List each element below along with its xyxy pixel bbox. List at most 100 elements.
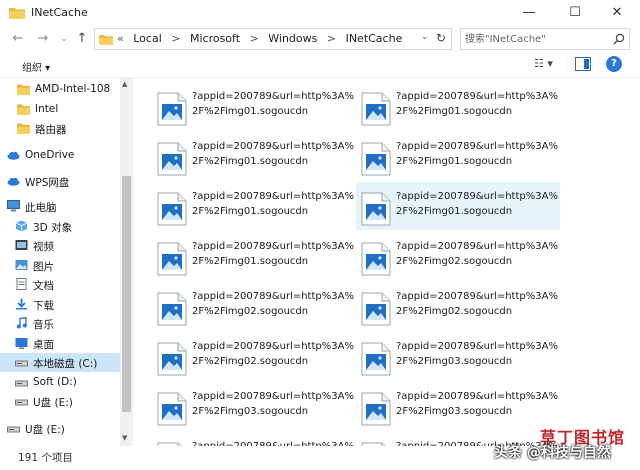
file-item[interactable]: ?appid=200789&url=http%3A% 2F%2Fimg02.sog…: [152, 282, 356, 330]
file-name-line: ?appid=200789&url=http%3A%: [192, 391, 354, 402]
cube-icon: [15, 220, 28, 232]
breadcrumb-windows[interactable]: Windows: [268, 32, 317, 45]
sidebar-item[interactable]: 下载: [0, 295, 120, 314]
breadcrumb-microsoft[interactable]: Microsoft: [190, 32, 240, 45]
file-item[interactable]: ?appid=200789&url=http%3A% 2F%2Fimg03.sog…: [356, 332, 560, 380]
file-name: ?appid=200789&url=http%3A% 2F%2Fimg01.sog…: [396, 89, 558, 119]
sidebar-item[interactable]: U盘 (E:): [0, 419, 120, 438]
file-item[interactable]: ?appid=200789&url=http%3A% 2F%2Fimg03.sog…: [356, 382, 560, 430]
sidebar-item[interactable]: 路由器: [0, 119, 120, 138]
file-name-line: 2F%2Fimg02.sogoucdn: [192, 356, 309, 367]
title-bar: INetCache — ☐ ✕: [0, 0, 640, 26]
sidebar-item-label: 3D 对象: [33, 222, 73, 234]
refresh-icon[interactable]: ↻: [436, 31, 446, 45]
file-name-line: 2F%2Fimg01.sogoucdn: [192, 206, 309, 217]
sidebar-item[interactable]: OneDrive: [0, 146, 120, 165]
forward-button[interactable]: →: [35, 30, 51, 48]
command-bar: 组织 ▾ ☷ ▾ ?: [0, 52, 640, 78]
sidebar-item[interactable]: 此电脑: [0, 197, 120, 216]
file-item[interactable]: ?appid=200789&url=http%3A% 2F%2Fimg01.sog…: [152, 132, 356, 180]
image-file-icon: [361, 242, 391, 276]
sidebar-item[interactable]: 本地磁盘 (C:): [0, 353, 120, 372]
file-name: ?appid=200789&url=http%3A% 2F%2Fimg01.sog…: [192, 189, 354, 219]
organize-menu[interactable]: 组织 ▾: [22, 59, 50, 74]
file-item[interactable]: ?appid=200789&url=http%3A% 2F%2Fimg02.sog…: [356, 232, 560, 280]
folder-icon: [17, 103, 30, 115]
file-name: ?appid=200789&url=http%3A% 2F%2Fimg03.sog…: [192, 389, 354, 419]
close-button[interactable]: ✕: [594, 0, 640, 26]
up-button[interactable]: ↑: [74, 30, 90, 48]
sidebar-item[interactable]: WPS网盘: [0, 172, 120, 191]
file-list: ?appid=200789&url=http%3A% 2F%2Fimg01.sog…: [134, 78, 640, 448]
image-file-icon: [157, 292, 187, 326]
navigation-pane-scrollbar[interactable]: ▲ ▼: [120, 78, 133, 446]
sidebar-item[interactable]: 图片: [0, 256, 120, 275]
help-button[interactable]: ?: [606, 56, 622, 72]
image-file-icon: [361, 192, 391, 226]
breadcrumb-separator[interactable]: >: [250, 32, 259, 45]
recent-locations-button[interactable]: ⌄: [56, 30, 72, 48]
image-file-icon: [361, 392, 391, 426]
file-item[interactable]: ?appid=200789&url=http%3A% 2F%2Fimg02.sog…: [152, 332, 356, 380]
sidebar-item-label: Intel: [35, 103, 59, 115]
folder-icon: [17, 83, 30, 95]
search-icon[interactable]: [613, 33, 625, 45]
file-name-line: 2F%2Fimg01.sogoucdn: [396, 206, 513, 217]
image-file-icon: [157, 142, 187, 176]
sidebar-item-label: 文档: [33, 280, 54, 292]
file-name-line: ?appid=200789&url=http%3A%: [396, 291, 558, 302]
download-icon: [15, 298, 28, 310]
file-item[interactable]: ?appid=200789&url=http%3A% 2F%2Fimg03.sog…: [152, 382, 356, 430]
sidebar-item[interactable]: 桌面: [0, 334, 120, 353]
scroll-down-arrow-icon[interactable]: ▼: [122, 434, 127, 442]
sidebar-item[interactable]: U盘 (E:): [0, 392, 120, 411]
file-item[interactable]: ?appid=200789&url=http%3A% 2F%2Fimg02.sog…: [356, 282, 560, 330]
breadcrumb-separator[interactable]: >: [327, 32, 336, 45]
breadcrumb-inetcache[interactable]: INetCache: [346, 32, 403, 45]
search-box[interactable]: [460, 28, 630, 50]
sidebar-item-label: U盘 (E:): [33, 397, 73, 409]
music-icon: [15, 316, 28, 329]
file-name: ?appid=200789&url=http%3A% 2F%2Fimg01.sog…: [192, 139, 354, 169]
scroll-up-arrow-icon[interactable]: ▲: [122, 80, 127, 88]
view-options-button[interactable]: ☷ ▾: [534, 57, 560, 73]
sidebar-item-label: 视频: [33, 241, 54, 253]
file-name-line: ?appid=200789&url=http%3A%: [396, 341, 558, 352]
sidebar-item-label: 图片: [33, 261, 54, 273]
file-name-line: ?appid=200789&url=http%3A%: [396, 91, 558, 102]
breadcrumb-local[interactable]: Local: [133, 32, 162, 45]
file-name: ?appid=200789&url=http%3A% 2F%2Fimg01.sog…: [396, 189, 558, 219]
minimize-button[interactable]: —: [506, 0, 552, 26]
scrollbar-thumb[interactable]: [122, 176, 131, 412]
file-item[interactable]: ?appid=200789&url=http%3A% 2F%2Fimg01.sog…: [152, 232, 356, 280]
sidebar-item[interactable]: Intel: [0, 100, 120, 119]
search-input[interactable]: [465, 31, 605, 47]
sidebar-item[interactable]: 文档: [0, 275, 120, 294]
address-dropdown-icon[interactable]: ⌄: [421, 32, 429, 42]
file-name: ?appid=200789&url=http%3A% 2F%2Fimg01.sog…: [396, 139, 558, 169]
preview-pane-button[interactable]: [575, 57, 591, 71]
address-bar[interactable]: « Local > Microsoft > Windows > INetCach…: [94, 28, 452, 50]
file-name-line: ?appid=200789&url=http%3A%: [192, 241, 354, 252]
file-item[interactable]: ?appid=200789&url=http%3A% 2F%2Fimg01.sog…: [356, 82, 560, 130]
sidebar-item[interactable]: Soft (D:): [0, 373, 120, 392]
sidebar-item[interactable]: AMD-Intel-108: [0, 80, 120, 99]
file-name-line: 2F%2Fimg03.sogoucdn: [192, 406, 309, 417]
file-name-line: 2F%2Fimg01.sogoucdn: [192, 106, 309, 117]
file-name-line: ?appid=200789&url=http%3A%: [192, 191, 354, 202]
image-file-icon: [361, 342, 391, 376]
breadcrumb-overflow[interactable]: «: [117, 32, 124, 45]
back-button[interactable]: ←: [10, 30, 26, 48]
breadcrumb-separator[interactable]: >: [171, 32, 180, 45]
file-item[interactable]: ?appid=200789&url=http%3A% 2F%2Fimg01.sog…: [356, 132, 560, 180]
cloud-icon: [7, 175, 20, 187]
sidebar-item[interactable]: 3D 对象: [0, 217, 120, 236]
address-row: ← → ⌄ ↑ « Local > Microsoft > Windows > …: [0, 26, 640, 52]
sidebar-item[interactable]: 视频: [0, 236, 120, 255]
sidebar-item[interactable]: 音乐: [0, 314, 120, 333]
file-item[interactable]: ?appid=200789&url=http%3A% 2F%2Fimg01.sog…: [152, 182, 356, 230]
file-name-line: 2F%2Fimg02.sogoucdn: [396, 256, 513, 267]
file-item[interactable]: ?appid=200789&url=http%3A% 2F%2Fimg01.sog…: [356, 182, 560, 230]
file-item[interactable]: ?appid=200789&url=http%3A% 2F%2Fimg01.sog…: [152, 82, 356, 130]
maximize-button[interactable]: ☐: [552, 0, 598, 26]
